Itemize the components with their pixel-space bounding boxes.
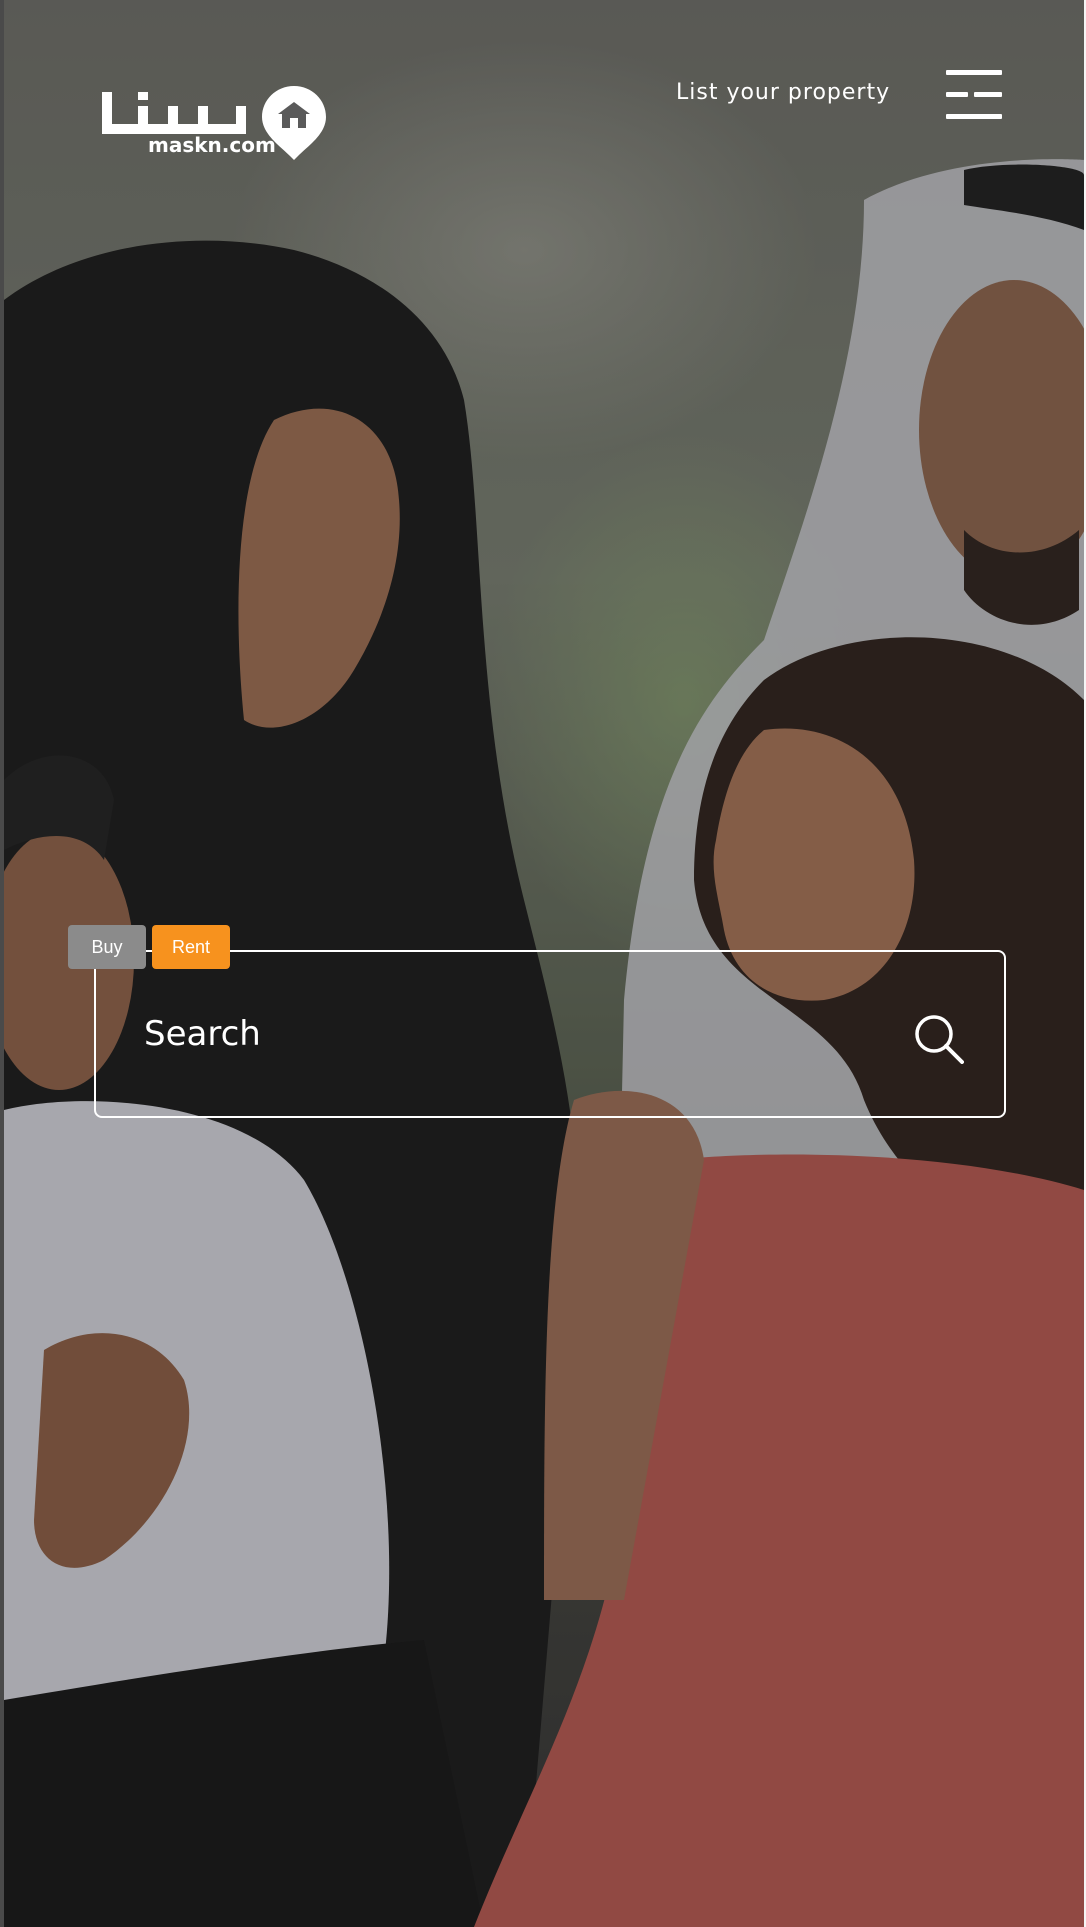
hamburger-menu-icon[interactable] <box>946 68 1002 124</box>
search-input[interactable] <box>144 994 844 1074</box>
screen: maskn.com List your property Buy Rent <box>0 0 1086 1927</box>
menu-line-middle-left <box>946 92 968 97</box>
search-icon[interactable] <box>914 1014 964 1064</box>
menu-line-top <box>946 70 1002 75</box>
logo-text: maskn.com <box>148 133 276 157</box>
search-box <box>94 950 1006 1118</box>
tab-buy[interactable]: Buy <box>68 925 146 969</box>
list-property-link[interactable]: List your property <box>676 80 890 105</box>
maskn-logo[interactable]: maskn.com <box>98 84 328 160</box>
menu-line-bottom <box>946 114 1002 119</box>
menu-line-middle-right <box>974 92 1002 97</box>
tab-rent[interactable]: Rent <box>152 925 230 969</box>
